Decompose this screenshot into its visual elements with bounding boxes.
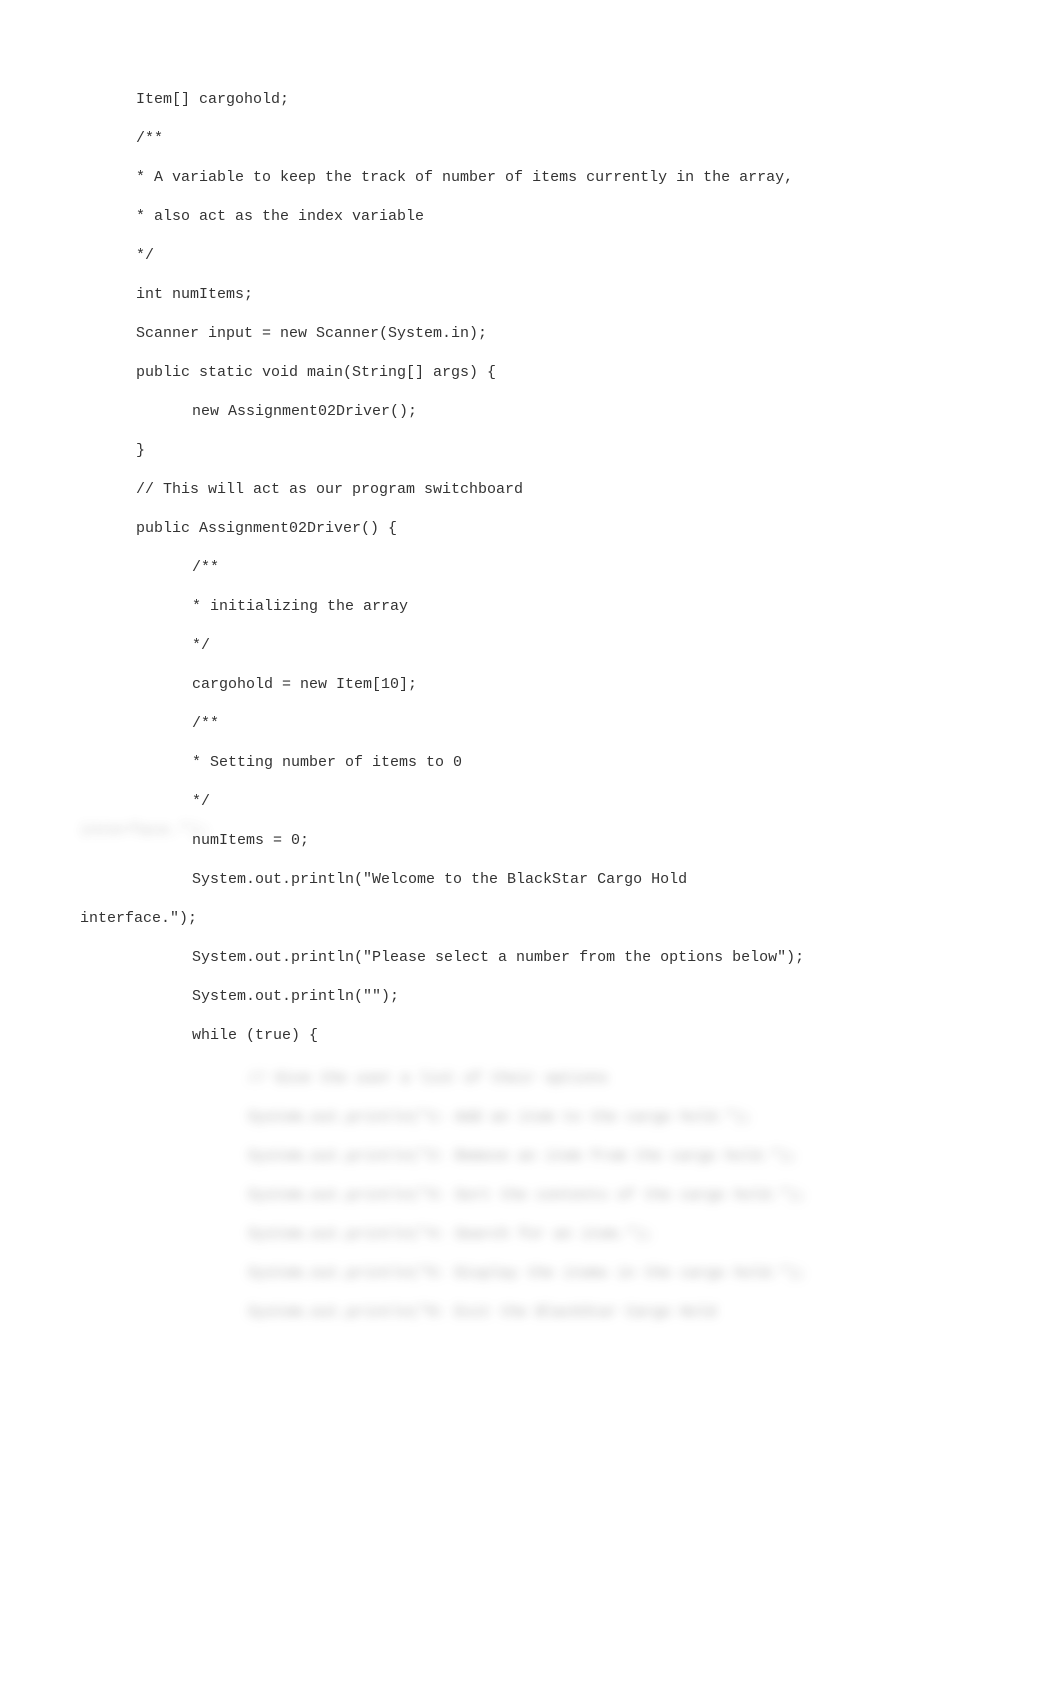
code-line: new Assignment02Driver(); [80,392,992,431]
code-line: Scanner input = new Scanner(System.in); [80,314,992,353]
code-line: Item[] cargohold; [80,80,992,119]
blurred-code-block: // Give the user a list of their options… [80,1059,992,1332]
watermark-text: interface."); [80,811,210,850]
code-line: System.out.println("Please select a numb… [80,938,992,977]
code-line: interface."); [80,899,992,938]
blurred-code-line: System.out.println("3: Sort the contents… [80,1176,992,1215]
code-line: System.out.println(""); [80,977,992,1016]
code-line: * Setting number of items to 0 [80,743,992,782]
code-line: */ [80,782,992,821]
code-line: */ [80,236,992,275]
code-line: cargohold = new Item[10]; [80,665,992,704]
code-line: */ [80,626,992,665]
code-line: } [80,431,992,470]
code-line: while (true) { [80,1016,992,1055]
document-page: Item[] cargohold;/*** A variable to keep… [0,0,1062,1392]
blurred-code-line: System.out.println("2: Remove an item fr… [80,1137,992,1176]
blurred-code-line: System.out.println("5: Display the items… [80,1254,992,1293]
code-line: /** [80,119,992,158]
code-line: public static void main(String[] args) { [80,353,992,392]
blurred-code-line: System.out.println("0: Exit the BlackSta… [80,1293,992,1332]
code-line: * A variable to keep the track of number… [80,158,992,197]
code-line: numItems = 0; [80,821,992,860]
code-line: /** [80,704,992,743]
code-line: System.out.println("Welcome to the Black… [80,860,992,899]
code-line: // This will act as our program switchbo… [80,470,992,509]
code-block: Item[] cargohold;/*** A variable to keep… [80,80,992,1055]
code-line: * initializing the array [80,587,992,626]
code-line: int numItems; [80,275,992,314]
code-line: * also act as the index variable [80,197,992,236]
blurred-code-line: System.out.println("4: Search for an ite… [80,1215,992,1254]
code-line: /** [80,548,992,587]
blurred-code-line: // Give the user a list of their options [80,1059,992,1098]
blurred-code-line: System.out.println("1: Add an item to th… [80,1098,992,1137]
code-line: public Assignment02Driver() { [80,509,992,548]
